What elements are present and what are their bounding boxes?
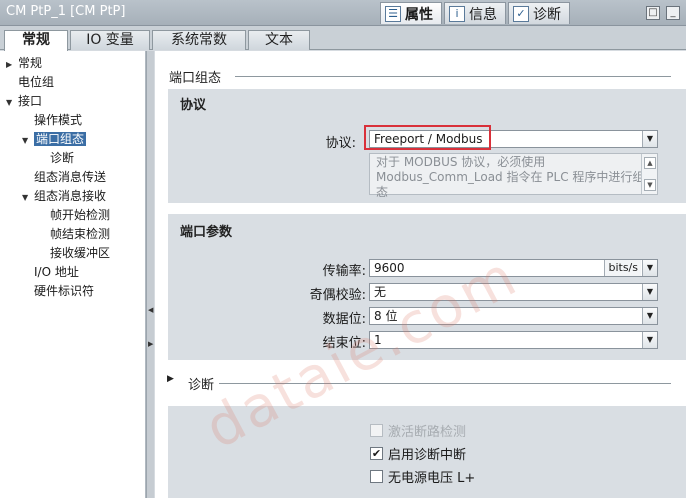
chevron-down-icon[interactable]: ▼ (6, 94, 18, 112)
stop-bits-value: 1 (374, 333, 382, 347)
tab-diagnostics[interactable]: ✓ 诊断 (508, 2, 570, 24)
nav-item-hw-id[interactable]: 硬件标识符 (22, 282, 94, 300)
nav-item-frame-end[interactable]: 帧结束检测 (38, 225, 110, 243)
data-bits-label: 数据位: (322, 312, 366, 327)
tab-properties[interactable]: ☰ 属性 (380, 2, 442, 24)
chevron-down-icon[interactable]: ▼ (642, 308, 657, 324)
tab-info[interactable]: i 信息 (444, 2, 506, 24)
section-tabs: 常规 IO 变量 系统常数 文本 (0, 26, 686, 51)
baud-label: 传输率: (322, 264, 366, 279)
data-bits-select[interactable]: 8 位 ▼ (369, 307, 658, 325)
port-params-title: 端口参数 (180, 225, 233, 240)
description-line-2: Modbus_Comm_Load 指令在 PLC 程序中进行组态 (376, 170, 645, 199)
chevron-down-icon[interactable]: ▼ (642, 131, 657, 147)
tab-general[interactable]: 常规 (4, 30, 68, 51)
tab-io-tags[interactable]: IO 变量 (70, 30, 150, 50)
divider (235, 76, 671, 77)
nav-item-interface[interactable]: ▼ 接口 (6, 92, 42, 110)
window-controls: □ _ (646, 6, 680, 20)
wire-break-label: 激活断路检测 (388, 425, 467, 440)
data-bits-value: 8 位 (374, 309, 398, 323)
nav-item-diagnostics[interactable]: 诊断 (38, 149, 74, 167)
chevron-down-icon[interactable]: ▼ (642, 260, 657, 276)
diagnostics-panel: 激活断路检测 ✔ 启用诊断中断 无电源电压 L+ (168, 406, 686, 498)
protocol-panel: 协议 协议: Freeport / Modbus ▼ 对于 MODBUS 协议，… (168, 89, 686, 203)
nav-item-port-config[interactable]: ▼ 端口组态 (22, 130, 87, 150)
restore-icon[interactable]: □ (646, 6, 660, 20)
expand-diagnostics-icon[interactable]: ▶ (167, 374, 174, 384)
nav-item-receive-config[interactable]: ▼ 组态消息接收 (22, 187, 106, 205)
baud-rate-select[interactable]: 9600 bits/s ▼ (369, 259, 658, 277)
chevron-down-icon[interactable]: ▼ (22, 189, 34, 207)
port-params-panel: 端口参数 传输率: 9600 bits/s ▼ 奇偶校验: 无 ▼ 数据位: 8… (168, 214, 686, 360)
protocol-description: 对于 MODBUS 协议，必须使用 Modbus_Comm_Load 指令在 P… (369, 153, 658, 199)
panel-splitter[interactable]: ◀ ▶ (146, 51, 154, 498)
tab-info-label: 信息 (469, 6, 497, 23)
tab-properties-label: 属性 (405, 6, 433, 23)
tab-system-constants[interactable]: 系统常数 (152, 30, 246, 50)
title-bar: CM PtP_1 [CM PtP] ☰ 属性 i 信息 ✓ 诊断 □ _ (0, 0, 686, 26)
nav-item-receive-buffer[interactable]: 接收缓冲区 (38, 244, 110, 262)
no-supply-voltage-checkbox[interactable] (370, 470, 383, 483)
parity-value: 无 (374, 285, 387, 299)
properties-icon: ☰ (385, 5, 401, 22)
chevron-down-icon[interactable]: ▼ (642, 332, 657, 348)
stop-bits-select[interactable]: 1 ▼ (369, 331, 658, 349)
inspector-tabs: ☰ 属性 i 信息 ✓ 诊断 (380, 2, 570, 26)
nav-item-io-address[interactable]: I/O 地址 (22, 263, 79, 281)
chevron-down-icon[interactable]: ▼ (642, 284, 657, 300)
no-supply-voltage-option[interactable]: 无电源电压 L+ (370, 467, 475, 486)
diag-interrupt-option[interactable]: ✔ 启用诊断中断 (370, 444, 466, 463)
description-scrollbar[interactable]: ▲ ▼ (641, 154, 657, 194)
nav-item-general[interactable]: ▶ 常规 (6, 54, 42, 72)
stop-bits-label: 结束位: (322, 336, 366, 351)
nav-item-transmit-config[interactable]: 组态消息传送 (22, 168, 106, 186)
divider (219, 383, 671, 384)
protocol-label: 协议: (325, 136, 356, 151)
baud-value: 9600 (374, 261, 405, 275)
protocol-panel-title: 协议 (180, 98, 207, 113)
nav-tree: ▶ 常规 电位组 ▼ 接口 操作模式 ▼ 端口组态 诊断 组态消息传送 ▼ 组态消息接收… (0, 51, 146, 498)
parity-select[interactable]: 无 ▼ (369, 283, 658, 301)
diag-interrupt-label: 启用诊断中断 (388, 448, 467, 463)
info-icon: i (449, 5, 465, 22)
scroll-up-icon[interactable]: ▲ (644, 157, 656, 169)
highlight-box (364, 125, 491, 150)
tab-diagnostics-label: 诊断 (533, 6, 561, 23)
chevron-down-icon[interactable]: ▼ (22, 132, 34, 150)
nav-item-potential-group[interactable]: 电位组 (6, 73, 54, 91)
diag-interrupt-checkbox[interactable]: ✔ (370, 447, 383, 460)
parity-label: 奇偶校验: (309, 288, 366, 303)
no-supply-voltage-label: 无电源电压 L+ (388, 471, 476, 486)
section-heading-diagnostics: 诊断 (188, 378, 215, 393)
minimize-icon[interactable]: _ (666, 6, 680, 20)
nav-item-operating-mode[interactable]: 操作模式 (22, 111, 82, 129)
expand-right-icon[interactable]: ▶ (148, 340, 153, 348)
window-title: CM PtP_1 [CM PtP] (6, 4, 126, 19)
diagnostics-icon: ✓ (513, 5, 529, 22)
nav-item-frame-start[interactable]: 帧开始检测 (38, 206, 110, 224)
wire-break-checkbox (370, 424, 383, 437)
description-line-1: 对于 MODBUS 协议，必须使用 (376, 155, 546, 169)
wire-break-option: 激活断路检测 (370, 421, 466, 440)
content-area: 端口组态 协议 协议: Freeport / Modbus ▼ 对于 MODBU… (155, 51, 686, 498)
chevron-right-icon[interactable]: ▶ (6, 56, 18, 74)
baud-unit: bits/s (604, 260, 641, 276)
section-heading-port-config: 端口组态 (169, 71, 222, 86)
collapse-left-icon[interactable]: ◀ (148, 306, 153, 314)
scroll-down-icon[interactable]: ▼ (644, 179, 656, 191)
tab-texts[interactable]: 文本 (248, 30, 310, 50)
